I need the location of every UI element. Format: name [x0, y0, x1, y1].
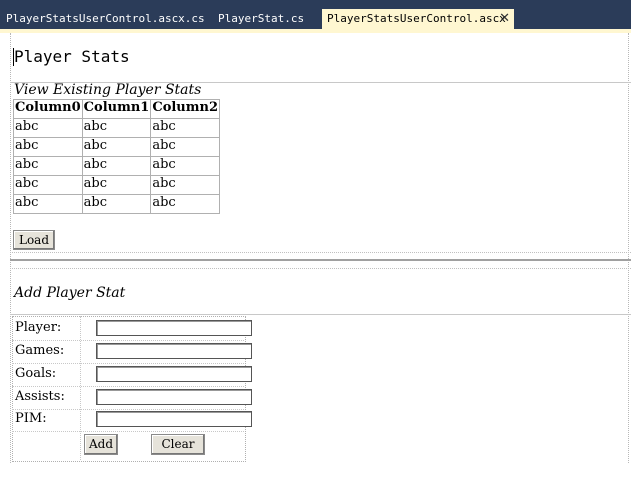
tab-playerstatsusercontrol-ascx[interactable]: PlayerStatsUserControl.ascx ✕: [322, 9, 514, 29]
margin-guide-left: [10, 33, 11, 463]
table-row: abc abc abc: [13, 175, 221, 195]
form-row-player: Player:: [12, 318, 252, 341]
games-label: Games:: [15, 343, 65, 358]
divider: [10, 268, 631, 269]
column-header: Column2: [150, 99, 221, 119]
clear-button[interactable]: Clear: [151, 434, 205, 455]
add-section-title[interactable]: Add Player Stat: [14, 285, 125, 301]
table-cell: abc: [150, 194, 221, 214]
form-row-pim: PIM:: [12, 409, 252, 432]
goals-label: Goals:: [15, 366, 57, 381]
table-row: abc abc abc: [13, 137, 221, 157]
table-cell: abc: [13, 194, 83, 214]
table-cell: abc: [81, 194, 152, 214]
assists-label: Assists:: [15, 389, 65, 404]
table-cell: abc: [81, 156, 152, 176]
table-row: abc abc abc: [13, 118, 221, 138]
divider: [10, 314, 631, 315]
table-cell: abc: [81, 137, 152, 157]
document-tab-strip: PlayerStatsUserControl.ascx.cs PlayerSta…: [0, 0, 631, 29]
table-cell: abc: [13, 118, 83, 138]
divider: [10, 252, 631, 253]
page-title[interactable]: Player Stats: [14, 47, 130, 66]
table-cell: abc: [13, 156, 83, 176]
goals-input[interactable]: [96, 366, 252, 382]
pim-label: PIM:: [15, 411, 47, 426]
table-cell: abc: [13, 175, 83, 195]
column-header: Column0: [13, 99, 83, 119]
table-cell: abc: [150, 137, 221, 157]
form-row-games: Games:: [12, 341, 252, 364]
table-cell: abc: [150, 118, 221, 138]
player-label: Player:: [15, 320, 62, 335]
tab-label: PlayerStatsUserControl.ascx: [327, 12, 506, 25]
tab-playerstat-cs[interactable]: PlayerStat.cs: [218, 9, 304, 29]
close-icon[interactable]: ✕: [499, 9, 510, 29]
player-stats-grid[interactable]: Column0 Column1 Column2 abc abc abc abc …: [13, 99, 221, 214]
form-row-goals: Goals:: [12, 364, 252, 387]
horizontal-rule: [10, 259, 631, 261]
table-cell: abc: [150, 156, 221, 176]
add-button[interactable]: Add: [84, 434, 118, 455]
table-cell: abc: [150, 175, 221, 195]
margin-guide-right: [628, 33, 629, 463]
tab-playerstatsusercontrol-ascx-cs[interactable]: PlayerStatsUserControl.ascx.cs: [6, 9, 205, 29]
column-header: Column1: [81, 99, 152, 119]
load-button[interactable]: Load: [13, 230, 55, 250]
player-input[interactable]: [96, 320, 252, 336]
assists-input[interactable]: [96, 389, 252, 405]
games-input[interactable]: [96, 343, 252, 359]
table-row: abc abc abc: [13, 194, 221, 214]
table-cell: abc: [13, 137, 83, 157]
pim-input[interactable]: [96, 411, 252, 427]
table-row: abc abc abc: [13, 156, 221, 176]
table-cell: abc: [81, 175, 152, 195]
form-row-assists: Assists:: [12, 387, 252, 410]
grid-header-row: Column0 Column1 Column2: [13, 99, 221, 119]
table-cell: abc: [81, 118, 152, 138]
view-section-title[interactable]: View Existing Player Stats: [14, 82, 201, 98]
